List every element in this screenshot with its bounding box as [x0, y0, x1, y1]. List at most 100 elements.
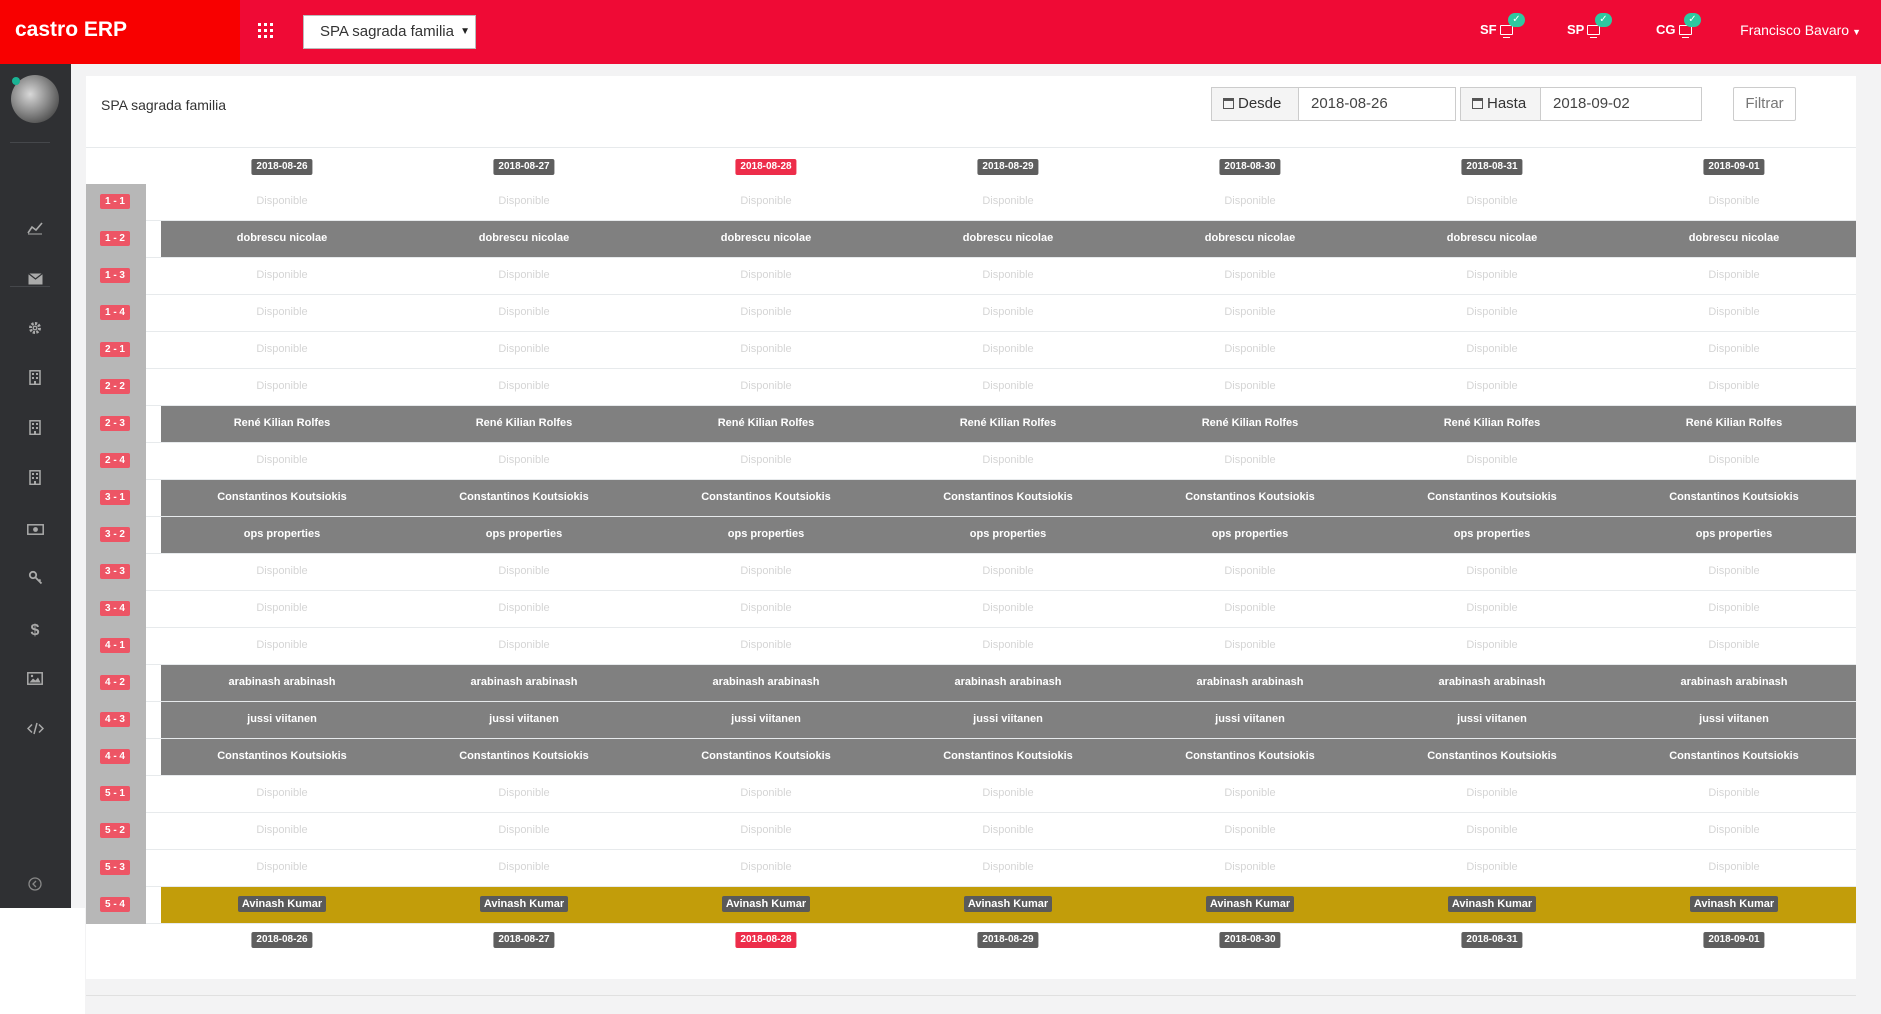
- availability-cell[interactable]: Disponible: [887, 443, 1129, 479]
- availability-cell[interactable]: Disponible: [403, 258, 645, 294]
- availability-cell[interactable]: Disponible: [1371, 591, 1613, 627]
- money-icon[interactable]: [24, 519, 46, 541]
- reservation-cell[interactable]: René Kilian Rolfes: [645, 406, 887, 442]
- availability-cell[interactable]: Disponible: [645, 554, 887, 590]
- availability-cell[interactable]: Disponible: [403, 591, 645, 627]
- reservation-cell[interactable]: jussi viitanen: [161, 702, 403, 738]
- availability-cell[interactable]: Disponible: [645, 184, 887, 220]
- availability-cell[interactable]: Disponible: [403, 369, 645, 405]
- availability-cell[interactable]: Disponible: [1613, 628, 1855, 664]
- availability-cell[interactable]: Disponible: [1371, 554, 1613, 590]
- apps-grid-icon[interactable]: [258, 23, 273, 38]
- brand-logo[interactable]: castro ERP: [0, 0, 240, 64]
- room-badge[interactable]: 4 - 1: [100, 638, 130, 653]
- availability-cell[interactable]: Disponible: [161, 591, 403, 627]
- company-select[interactable]: SPA sagrada familia ▼: [303, 15, 476, 49]
- from-date-input[interactable]: 2018-08-26: [1298, 87, 1456, 121]
- room-badge[interactable]: 2 - 3: [100, 416, 130, 431]
- room-badge[interactable]: 4 - 3: [100, 712, 130, 727]
- availability-cell[interactable]: Disponible: [1371, 258, 1613, 294]
- filter-button[interactable]: Filtrar: [1733, 87, 1796, 121]
- availability-cell[interactable]: Disponible: [403, 443, 645, 479]
- availability-cell[interactable]: Disponible: [403, 628, 645, 664]
- room-badge[interactable]: 1 - 4: [100, 305, 130, 320]
- availability-cell[interactable]: Disponible: [887, 295, 1129, 331]
- availability-cell[interactable]: Disponible: [1613, 369, 1855, 405]
- reservation-cell[interactable]: René Kilian Rolfes: [1371, 406, 1613, 442]
- reservation-cell[interactable]: René Kilian Rolfes: [403, 406, 645, 442]
- availability-cell[interactable]: Disponible: [161, 258, 403, 294]
- availability-cell[interactable]: Disponible: [161, 850, 403, 886]
- reservation-cell[interactable]: René Kilian Rolfes: [161, 406, 403, 442]
- availability-cell[interactable]: Disponible: [887, 554, 1129, 590]
- reservation-cell[interactable]: dobrescu nicolae: [1371, 221, 1613, 257]
- availability-cell[interactable]: Disponible: [645, 295, 887, 331]
- room-badge[interactable]: 5 - 4: [100, 897, 130, 912]
- reservation-cell[interactable]: Constantinos Koutsiokis: [1129, 739, 1371, 775]
- availability-cell[interactable]: Disponible: [1613, 554, 1855, 590]
- availability-cell[interactable]: Disponible: [645, 628, 887, 664]
- availability-cell[interactable]: Disponible: [161, 295, 403, 331]
- reservation-cell[interactable]: ops properties: [645, 517, 887, 553]
- reservation-cell[interactable]: Avinash Kumar: [1371, 887, 1613, 923]
- reservation-cell[interactable]: René Kilian Rolfes: [1613, 406, 1855, 442]
- reservation-cell[interactable]: jussi viitanen: [1371, 702, 1613, 738]
- to-date-input[interactable]: 2018-09-02: [1540, 87, 1702, 121]
- reservation-cell[interactable]: jussi viitanen: [1613, 702, 1855, 738]
- shop-status-sf[interactable]: SF ✓: [1480, 13, 1525, 38]
- availability-cell[interactable]: Disponible: [161, 628, 403, 664]
- availability-cell[interactable]: Disponible: [161, 369, 403, 405]
- availability-cell[interactable]: Disponible: [645, 776, 887, 812]
- reservation-cell[interactable]: Constantinos Koutsiokis: [161, 739, 403, 775]
- availability-cell[interactable]: Disponible: [1371, 850, 1613, 886]
- room-badge[interactable]: 2 - 2: [100, 379, 130, 394]
- user-menu[interactable]: Francisco Bavaro ▼: [1740, 22, 1861, 38]
- availability-cell[interactable]: Disponible: [403, 850, 645, 886]
- reservation-cell[interactable]: ops properties: [1129, 517, 1371, 553]
- availability-cell[interactable]: Disponible: [1371, 332, 1613, 368]
- availability-cell[interactable]: Disponible: [645, 369, 887, 405]
- chart-line-icon[interactable]: [24, 219, 46, 241]
- reservation-cell[interactable]: Constantinos Koutsiokis: [645, 739, 887, 775]
- reservation-cell[interactable]: Avinash Kumar: [161, 887, 403, 923]
- reservation-cell[interactable]: dobrescu nicolae: [887, 221, 1129, 257]
- availability-cell[interactable]: Disponible: [1371, 369, 1613, 405]
- reservation-cell[interactable]: ops properties: [403, 517, 645, 553]
- reservation-cell[interactable]: Constantinos Koutsiokis: [1613, 739, 1855, 775]
- availability-cell[interactable]: Disponible: [1129, 295, 1371, 331]
- envelope-icon[interactable]: [24, 269, 46, 291]
- shop-status-cg[interactable]: CG ✓: [1656, 13, 1701, 38]
- availability-cell[interactable]: Disponible: [1129, 591, 1371, 627]
- reservation-cell[interactable]: Constantinos Koutsiokis: [645, 480, 887, 516]
- reservation-cell[interactable]: ops properties: [1613, 517, 1855, 553]
- room-badge[interactable]: 3 - 2: [100, 527, 130, 542]
- reservation-cell[interactable]: Avinash Kumar: [645, 887, 887, 923]
- room-badge[interactable]: 5 - 2: [100, 823, 130, 838]
- building-icon[interactable]: [24, 369, 46, 391]
- availability-cell[interactable]: Disponible: [1129, 332, 1371, 368]
- availability-cell[interactable]: Disponible: [161, 776, 403, 812]
- availability-cell[interactable]: Disponible: [645, 258, 887, 294]
- availability-cell[interactable]: Disponible: [1371, 628, 1613, 664]
- room-badge[interactable]: 1 - 3: [100, 268, 130, 283]
- availability-cell[interactable]: Disponible: [1613, 813, 1855, 849]
- reservation-cell[interactable]: arabinash arabinash: [1129, 665, 1371, 701]
- availability-cell[interactable]: Disponible: [1371, 813, 1613, 849]
- room-badge[interactable]: 1 - 2: [100, 231, 130, 246]
- availability-cell[interactable]: Disponible: [161, 813, 403, 849]
- code-icon[interactable]: [24, 719, 46, 741]
- reservation-cell[interactable]: Constantinos Koutsiokis: [403, 739, 645, 775]
- reservation-cell[interactable]: jussi viitanen: [1129, 702, 1371, 738]
- availability-cell[interactable]: Disponible: [887, 813, 1129, 849]
- availability-cell[interactable]: Disponible: [887, 258, 1129, 294]
- reservation-cell[interactable]: Avinash Kumar: [1129, 887, 1371, 923]
- reservation-cell[interactable]: Constantinos Koutsiokis: [887, 739, 1129, 775]
- availability-cell[interactable]: Disponible: [887, 332, 1129, 368]
- availability-cell[interactable]: Disponible: [1613, 258, 1855, 294]
- availability-cell[interactable]: Disponible: [1129, 184, 1371, 220]
- image-icon[interactable]: [24, 669, 46, 691]
- room-badge[interactable]: 4 - 4: [100, 749, 130, 764]
- room-badge[interactable]: 2 - 4: [100, 453, 130, 468]
- availability-cell[interactable]: Disponible: [1129, 258, 1371, 294]
- reservation-cell[interactable]: ops properties: [1371, 517, 1613, 553]
